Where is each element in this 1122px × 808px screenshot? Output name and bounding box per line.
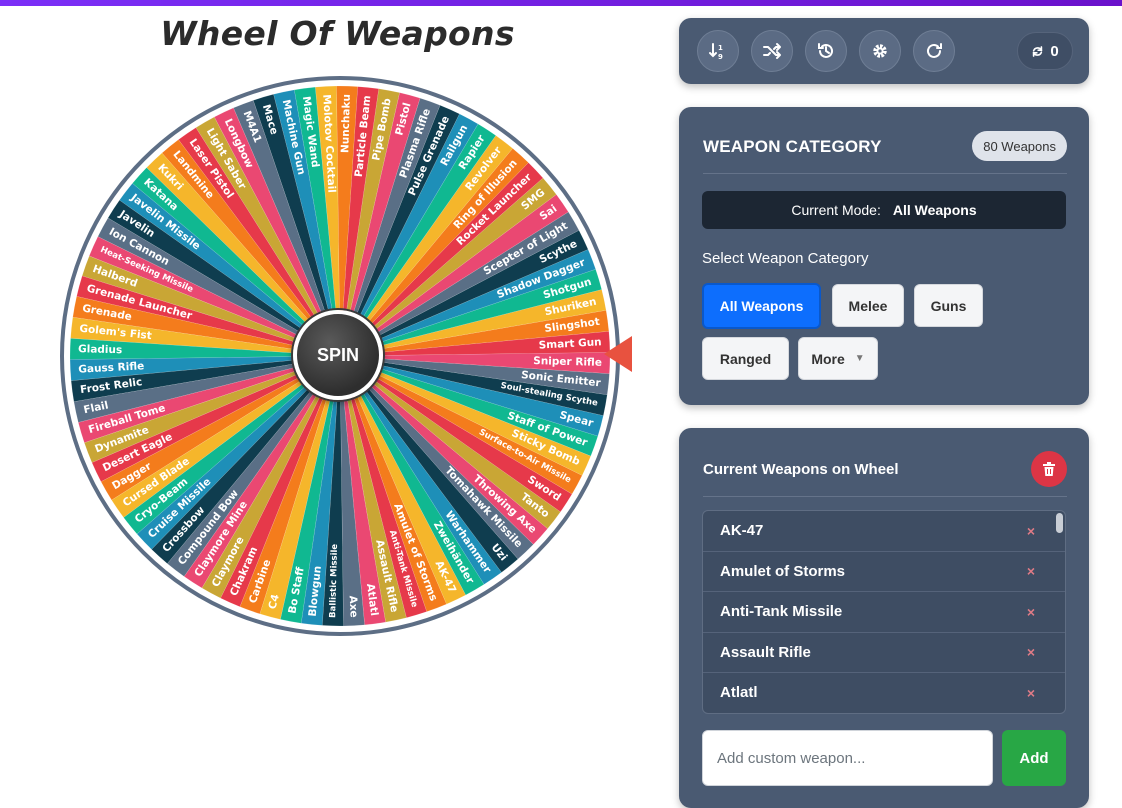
- weapon-name: Anti-Tank Missile: [720, 603, 843, 621]
- toolbar-panel: 19 0: [679, 18, 1089, 84]
- shuffle-button[interactable]: [751, 30, 793, 72]
- category-all-button[interactable]: All Weapons: [702, 283, 821, 329]
- wheel-pointer: [604, 336, 632, 372]
- wheel-segment-label: Gladius: [78, 343, 122, 356]
- weapon-count-badge: 80 Weapons: [972, 131, 1067, 161]
- remove-icon[interactable]: ×: [1027, 604, 1035, 620]
- page-title: Wheel Of Weapons: [160, 14, 515, 53]
- scroll-thumb[interactable]: [1056, 513, 1063, 533]
- list-item: Anti-Tank Missile ×: [703, 592, 1065, 633]
- remove-icon[interactable]: ×: [1027, 523, 1035, 539]
- wheel-segment-label: Ballistic Missile: [328, 543, 340, 618]
- current-weapons-title: Current Weapons on Wheel: [703, 461, 899, 478]
- list-item: AK-47 ×: [703, 511, 1065, 552]
- sort-numeric-icon: 19: [709, 43, 723, 61]
- spin-count: 0: [1050, 42, 1059, 60]
- weapon-category-panel: WEAPON CATEGORY 80 Weapons Current Mode:…: [679, 107, 1089, 405]
- custom-weapon-input[interactable]: [702, 730, 993, 786]
- mode-value: All Weapons: [892, 202, 977, 218]
- history-button[interactable]: [805, 30, 847, 72]
- remove-icon[interactable]: ×: [1027, 685, 1035, 701]
- more-label: More: [811, 350, 845, 367]
- sort-button[interactable]: 19: [697, 30, 739, 72]
- category-guns-button[interactable]: Guns: [914, 284, 983, 327]
- shuffle-icon: [763, 43, 781, 59]
- weapon-wheel[interactable]: Smart Gun Slingshot Shuriken Shotgun Shadow …: [56, 72, 624, 640]
- mode-label: Current Mode:: [791, 202, 881, 218]
- wheel-segment-label: Nunchaku: [339, 94, 353, 153]
- add-weapon-button[interactable]: Add: [1002, 730, 1066, 786]
- list-item: Assault Rifle ×: [703, 633, 1065, 673]
- wheel-segment-label: Axe: [347, 595, 360, 618]
- list-item: Amulet of Storms ×: [703, 552, 1065, 592]
- list-item: Atlatl ×: [703, 673, 1065, 713]
- history-icon: [818, 43, 833, 58]
- category-title: WEAPON CATEGORY: [703, 137, 882, 156]
- divider: [703, 173, 1067, 174]
- reset-button[interactable]: [913, 30, 955, 72]
- weapon-name: AK-47: [720, 522, 764, 540]
- category-ranged-button[interactable]: Ranged: [702, 337, 789, 380]
- top-accent-bar: [0, 0, 1122, 6]
- spin-button[interactable]: SPIN: [293, 310, 383, 400]
- weapons-list[interactable]: AK-47 × Amulet of Storms × Anti-Tank Mis…: [702, 510, 1066, 714]
- category-melee-button[interactable]: Melee: [832, 284, 904, 327]
- gear-icon: [873, 44, 887, 58]
- svg-text:1: 1: [718, 44, 723, 52]
- svg-text:9: 9: [718, 53, 723, 61]
- trash-icon: [1043, 462, 1055, 476]
- refresh-icon: [1033, 45, 1043, 57]
- divider: [703, 496, 1067, 497]
- weapon-name: Assault Rifle: [720, 643, 811, 661]
- spin-counter: 0: [1017, 32, 1073, 70]
- current-weapons-panel: Current Weapons on Wheel AK-47 × Amulet …: [679, 428, 1089, 808]
- weapon-name: Amulet of Storms: [720, 562, 846, 580]
- list-scrollbar[interactable]: [1056, 513, 1063, 713]
- settings-button[interactable]: [859, 30, 901, 72]
- current-mode-box: Current Mode: All Weapons: [702, 191, 1066, 229]
- weapon-name: Atlatl: [720, 684, 758, 702]
- clear-all-button[interactable]: [1031, 451, 1067, 487]
- wheel-segment-label: Sniper Rifle: [533, 355, 602, 369]
- remove-icon[interactable]: ×: [1027, 563, 1035, 579]
- category-more-dropdown[interactable]: More ▼: [798, 337, 878, 380]
- remove-icon[interactable]: ×: [1027, 644, 1035, 660]
- caret-down-icon: ▼: [854, 353, 865, 364]
- redo-icon: [927, 43, 942, 58]
- select-category-label: Select Weapon Category: [702, 250, 869, 267]
